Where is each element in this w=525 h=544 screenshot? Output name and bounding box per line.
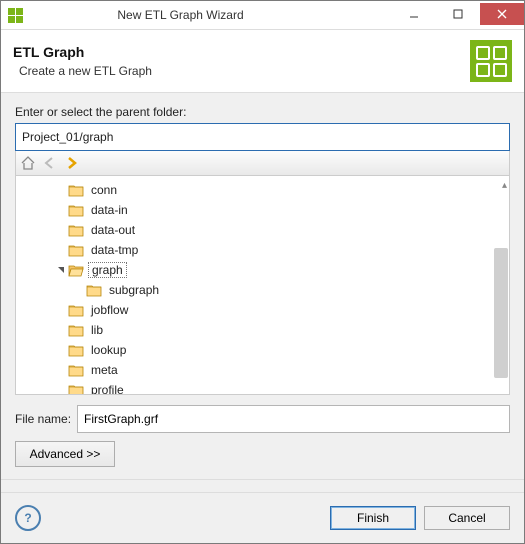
help-icon[interactable]: ? xyxy=(15,505,41,531)
tree-item-jobflow[interactable]: jobflow xyxy=(18,300,507,320)
wizard-footer: ? Finish Cancel xyxy=(1,492,524,543)
scrollbar-thumb[interactable] xyxy=(494,248,508,378)
tree-item-lookup[interactable]: lookup xyxy=(18,340,507,360)
back-icon[interactable] xyxy=(42,155,58,171)
folder-icon xyxy=(68,203,84,217)
folder-icon xyxy=(68,243,84,257)
scroll-up-icon[interactable]: ▴ xyxy=(502,180,507,191)
tree-item-conn[interactable]: conn xyxy=(18,180,507,200)
maximize-button[interactable] xyxy=(436,3,480,25)
cancel-button[interactable]: Cancel xyxy=(424,506,510,530)
forward-icon[interactable] xyxy=(64,155,80,171)
wizard-body: Enter or select the parent folder: conn d… xyxy=(1,93,524,492)
tree-item-lib[interactable]: lib xyxy=(18,320,507,340)
finish-button[interactable]: Finish xyxy=(330,506,416,530)
tree-item-meta[interactable]: meta xyxy=(18,360,507,380)
advanced-button[interactable]: Advanced >> xyxy=(15,441,115,467)
tree-item-label: jobflow xyxy=(88,303,131,317)
tree-item-label: data-in xyxy=(88,203,131,217)
parent-folder-input[interactable] xyxy=(15,123,510,151)
titlebar: New ETL Graph Wizard xyxy=(1,1,524,30)
tree-item-label: graph xyxy=(88,262,127,278)
tree-item-data-out[interactable]: data-out xyxy=(18,220,507,240)
folder-tree[interactable]: conn data-in data-out data-tmp graph subgraph… xyxy=(15,176,510,395)
folder-icon xyxy=(68,183,84,197)
folder-icon xyxy=(68,223,84,237)
divider xyxy=(1,479,524,480)
collapse-icon[interactable] xyxy=(54,266,68,274)
filename-input[interactable] xyxy=(77,405,510,433)
tree-item-label: lib xyxy=(88,323,106,337)
home-icon[interactable] xyxy=(20,155,36,171)
wizard-header: ETL Graph Create a new ETL Graph xyxy=(1,30,524,93)
tree-item-label: profile xyxy=(88,383,127,394)
folder-icon xyxy=(68,383,84,394)
wizard-window: New ETL Graph Wizard ETL Graph Create a … xyxy=(0,0,525,544)
tree-item-graph[interactable]: graph xyxy=(18,260,507,280)
tree-toolbar xyxy=(15,151,510,176)
page-subtitle: Create a new ETL Graph xyxy=(13,64,470,78)
window-controls xyxy=(392,3,524,25)
page-title: ETL Graph xyxy=(13,44,470,60)
parent-folder-label: Enter or select the parent folder: xyxy=(15,105,510,119)
window-title: New ETL Graph Wizard xyxy=(29,8,392,22)
folder-icon xyxy=(68,363,84,377)
folder-icon xyxy=(86,283,102,297)
app-icon xyxy=(7,7,23,23)
minimize-button[interactable] xyxy=(392,3,436,25)
tree-item-label: data-out xyxy=(88,223,138,237)
tree-item-data-in[interactable]: data-in xyxy=(18,200,507,220)
folder-icon xyxy=(68,323,84,337)
close-button[interactable] xyxy=(480,3,524,25)
filename-label: File name: xyxy=(15,412,71,426)
tree-item-data-tmp[interactable]: data-tmp xyxy=(18,240,507,260)
folder-open-icon xyxy=(68,263,84,277)
tree-item-profile[interactable]: profile xyxy=(18,380,507,394)
tree-item-label: conn xyxy=(88,183,120,197)
brand-logo xyxy=(470,40,512,82)
tree-item-label: subgraph xyxy=(106,283,162,297)
folder-icon xyxy=(68,303,84,317)
tree-item-label: data-tmp xyxy=(88,243,141,257)
tree-item-label: lookup xyxy=(88,343,129,357)
tree-item-subgraph[interactable]: subgraph xyxy=(18,280,507,300)
folder-icon xyxy=(68,343,84,357)
tree-item-label: meta xyxy=(88,363,121,377)
